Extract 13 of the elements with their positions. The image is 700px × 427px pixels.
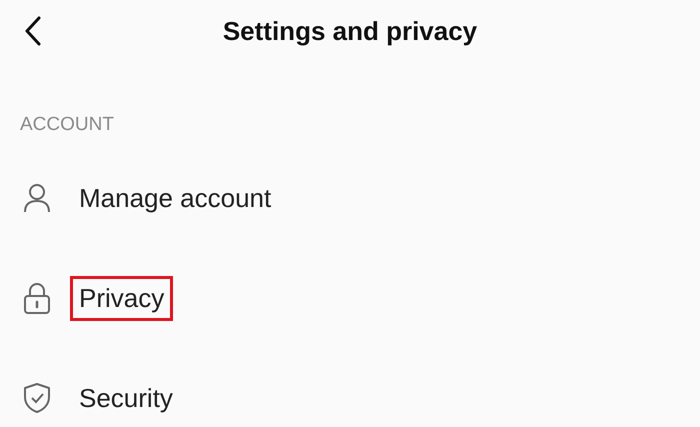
settings-item[interactable]: Security — [0, 348, 700, 427]
lock-icon — [22, 281, 52, 315]
back-button[interactable] — [24, 16, 42, 46]
page-title: Settings and privacy — [222, 16, 478, 46]
item-label: Security — [78, 382, 174, 414]
item-label: Privacy — [70, 276, 174, 320]
shield-icon — [22, 382, 52, 414]
back-icon — [24, 16, 42, 46]
settings-item[interactable]: Manage account — [0, 148, 700, 248]
section-heading: ACCOUNT — [20, 114, 114, 136]
person-icon — [22, 182, 52, 214]
settings-item[interactable]: Privacy — [0, 248, 700, 348]
item-label: Manage account — [78, 182, 272, 214]
